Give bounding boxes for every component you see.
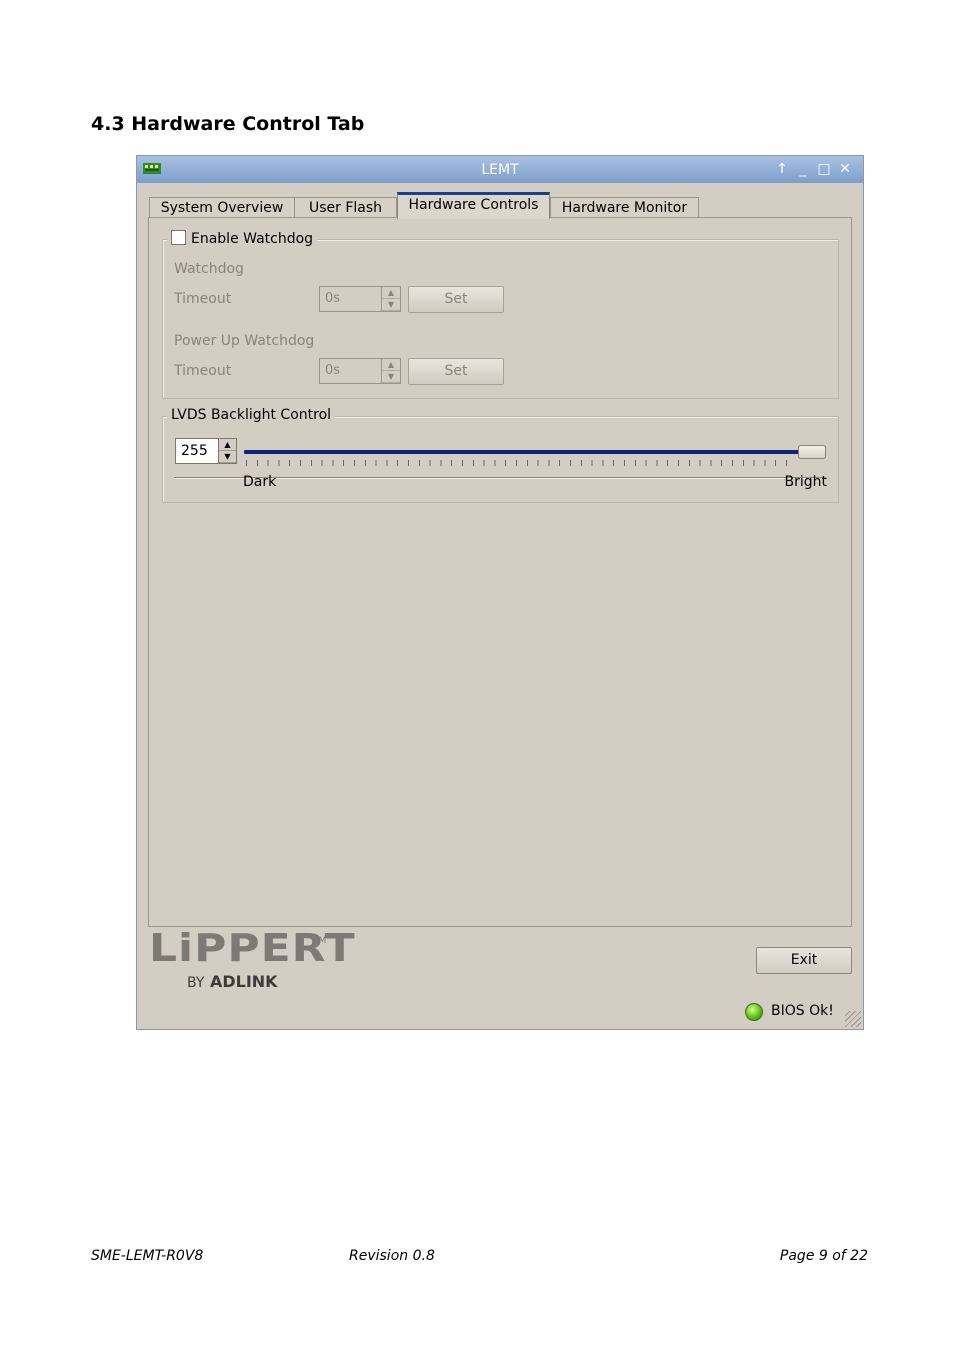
dark-label: Dark (243, 474, 277, 490)
watchdog-label: Watchdog (174, 261, 244, 277)
backlight-group-title: LVDS Backlight Control (167, 407, 336, 423)
power-up-timeout-label: Timeout (174, 363, 232, 379)
section-heading: 4.3 Hardware Control Tab (91, 113, 365, 135)
backlight-value: 255 (181, 443, 208, 459)
spin-up-icon[interactable]: ▲ (382, 287, 400, 299)
watchdog-timeout-spinbox[interactable]: 0s ▲ ▼ (319, 286, 401, 312)
bright-label: Bright (784, 474, 828, 490)
logo-by: BY (187, 975, 205, 991)
spin-down-icon[interactable]: ▼ (219, 451, 236, 463)
hardware-controls-panel: Enable Watchdog Watchdog Timeout 0s ▲ ▼ … (148, 217, 852, 927)
power-up-set-button[interactable]: Set (408, 358, 504, 385)
enable-watchdog-checkbox[interactable] (171, 230, 186, 245)
tab-user-flash[interactable]: User Flash (294, 197, 397, 218)
bios-status: BIOS Ok! (771, 1003, 834, 1019)
power-up-timeout-value: 0s (325, 363, 341, 378)
power-up-timeout-spinbox[interactable]: 0s ▲ ▼ (319, 358, 401, 384)
footer-revision: Revision 0.8 (349, 1248, 435, 1264)
adlink-logo: BY ADLINK (187, 972, 278, 991)
spin-down-icon[interactable]: ▼ (382, 299, 400, 311)
status-led-icon (745, 1003, 763, 1021)
title-bar[interactable]: LEMT ↑ _ □ ✕ (137, 156, 863, 183)
timeout-label: Timeout (174, 291, 232, 307)
slider-ticks (246, 460, 796, 466)
minimize-icon[interactable]: _ (794, 160, 812, 178)
tab-system-overview[interactable]: System Overview (149, 197, 295, 218)
watchdog-timeout-value: 0s (325, 291, 341, 306)
spin-down-icon[interactable]: ▼ (382, 371, 400, 383)
backlight-spinbox[interactable]: 255 ▲ ▼ (175, 438, 237, 464)
spin-up-icon[interactable]: ▲ (382, 359, 400, 371)
footer-doc-id: SME-LEMT-R0V8 (91, 1248, 204, 1264)
lippert-logo: LiPPERT (149, 926, 356, 971)
maximize-icon[interactable]: □ (815, 160, 833, 178)
watchdog-set-button[interactable]: Set (408, 286, 504, 313)
footer-page: Page 9 of 22 (779, 1248, 868, 1264)
spin-arrows: ▲ ▼ (381, 359, 400, 383)
enable-watchdog-row[interactable]: Enable Watchdog (167, 230, 318, 247)
shade-up-icon[interactable]: ↑ (773, 160, 791, 178)
power-up-watchdog-label: Power Up Watchdog (174, 333, 315, 349)
resize-grip-icon[interactable] (845, 1011, 861, 1027)
tab-hardware-monitor[interactable]: Hardware Monitor (550, 197, 699, 218)
spin-up-icon[interactable]: ▲ (219, 439, 236, 451)
logo-brand: ADLINK (209, 972, 278, 991)
slider-handle[interactable] (798, 445, 826, 459)
logo-trademark: TM (313, 936, 327, 946)
exit-button[interactable]: Exit (756, 947, 852, 974)
enable-watchdog-label: Enable Watchdog (191, 231, 314, 247)
window-title: LEMT (481, 162, 519, 178)
spin-arrows: ▲ ▼ (218, 439, 236, 463)
backlight-slider[interactable] (244, 442, 826, 466)
close-icon[interactable]: ✕ (836, 160, 854, 178)
tab-hardware-controls[interactable]: Hardware Controls (397, 192, 550, 219)
slider-fill (244, 450, 812, 454)
lemt-window: LEMT ↑ _ □ ✕ System Overview User Flash … (136, 155, 864, 1030)
spin-arrows: ▲ ▼ (381, 287, 400, 311)
